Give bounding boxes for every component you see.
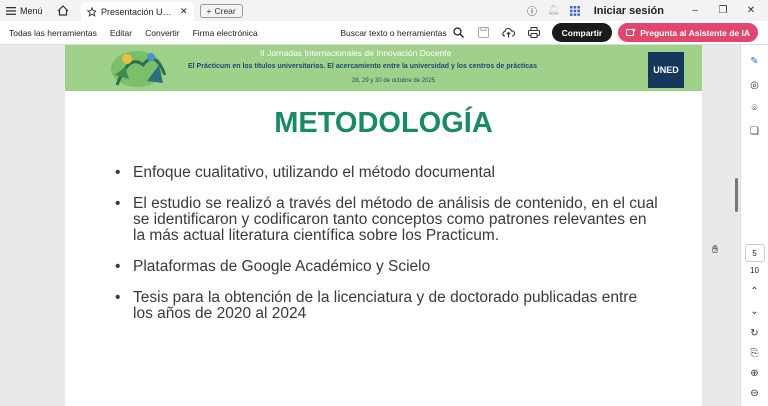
plus-icon: + — [206, 5, 212, 16]
search-tools-button[interactable]: Buscar texto o herramientas — [340, 27, 464, 38]
uned-logo: UNED — [648, 52, 684, 88]
bullet-item: Enfoque cualitativo, utilizando el métod… — [115, 165, 660, 182]
banner-dates: 28, 29 y 30 de octubre de 2025 — [352, 78, 436, 84]
rotate-icon[interactable]: ↻ — [748, 326, 762, 340]
menu-label: Menú — [20, 5, 43, 16]
main-toolbar: Todas las herramientas Editar Convertir … — [0, 21, 768, 45]
comment-icon[interactable]: ◎ — [748, 78, 762, 92]
zoom-out-icon[interactable]: ⊖ — [748, 386, 762, 400]
apps-grid-icon[interactable] — [569, 5, 580, 16]
create-label: Crear — [214, 5, 236, 16]
home-icon — [57, 5, 68, 16]
right-tool-rail: ✎ ◎ ⌾ ❏ 5 10 ⌃ ⌄ ↻ ⎘ ⊕ ⊖ — [740, 45, 768, 406]
conference-banner: II Jornadas Internacionales de Innovació… — [65, 45, 702, 91]
zoom-in-icon[interactable]: ⊕ — [748, 366, 762, 380]
vertical-scrollbar[interactable] — [735, 178, 738, 212]
menu-button[interactable]: Menú — [6, 6, 43, 16]
close-window-icon[interactable]: ✕ — [742, 5, 760, 16]
all-tools-button[interactable]: Todas las herramientas — [9, 28, 97, 38]
help-icon[interactable]: ⓘ — [527, 3, 537, 18]
ai-assistant-label: Pregunta al Asistente de IA — [640, 27, 750, 38]
esign-button[interactable]: Firma electrónica — [193, 28, 258, 38]
chevron-up-icon[interactable]: ⌃ — [748, 284, 762, 298]
create-button[interactable]: + Crear — [199, 3, 243, 18]
convert-button[interactable]: Convertir — [145, 28, 179, 38]
title-bar: Menú Presentación UNED.... ✕ + Crear ⓘ 🔔… — [0, 0, 768, 21]
slide-title: METODOLOGÍA — [274, 107, 493, 139]
print-icon[interactable] — [527, 27, 540, 38]
page-thumbnail-icon[interactable]: ⎘ — [748, 346, 762, 360]
tab-title: Presentación UNED.... — [101, 6, 175, 17]
document-tab[interactable]: Presentación UNED.... ✕ — [80, 2, 194, 21]
scan-icon[interactable]: ⌾ — [748, 101, 762, 115]
total-pages: 10 — [750, 266, 759, 275]
ai-sparkle-icon — [626, 27, 637, 36]
copy-pages-icon[interactable]: ❏ — [748, 124, 762, 138]
edit-pdf-icon[interactable]: ✎ — [748, 54, 762, 68]
bell-icon[interactable]: 🔔︎ — [547, 5, 560, 16]
search-tools-label: Buscar texto o herramientas — [340, 27, 447, 38]
banner-subtitle: El Prácticum en los títulos universitari… — [188, 63, 537, 70]
save-icon[interactable] — [477, 27, 489, 38]
share-button[interactable]: Compartir — [551, 23, 613, 42]
maximize-icon[interactable]: ❐ — [714, 5, 732, 16]
bullet-item: Tesis para la obtención de la licenciatu… — [115, 290, 660, 322]
current-page-field[interactable]: 5 — [744, 244, 765, 262]
banner-title: II Jornadas Internacionales de Innovació… — [260, 48, 452, 58]
edit-button[interactable]: Editar — [110, 28, 132, 38]
banner-illustration — [111, 51, 167, 87]
login-button[interactable]: Iniciar sesión — [594, 5, 664, 17]
minimize-icon[interactable]: – — [686, 5, 704, 16]
hamburger-icon — [6, 6, 16, 15]
bullet-list: Enfoque cualitativo, utilizando el métod… — [115, 165, 660, 337]
slide-page: II Jornadas Internacionales de Innovació… — [65, 45, 702, 406]
bullet-item: El estudio se realizó a través del métod… — [115, 196, 660, 244]
ai-assistant-button[interactable]: Pregunta al Asistente de IA — [618, 23, 758, 42]
star-icon — [86, 6, 96, 17]
chevron-down-icon[interactable]: ⌄ — [748, 304, 762, 318]
upload-cloud-icon[interactable] — [501, 27, 515, 38]
document-viewport[interactable]: II Jornadas Internacionales de Innovació… — [0, 45, 740, 406]
bullet-item: Plataformas de Google Académico y Scielo — [115, 259, 660, 276]
home-button[interactable] — [57, 5, 69, 16]
search-icon — [452, 27, 464, 38]
hand-cursor-icon: ✋︎ — [712, 244, 719, 256]
close-tab-icon[interactable]: ✕ — [180, 6, 188, 17]
